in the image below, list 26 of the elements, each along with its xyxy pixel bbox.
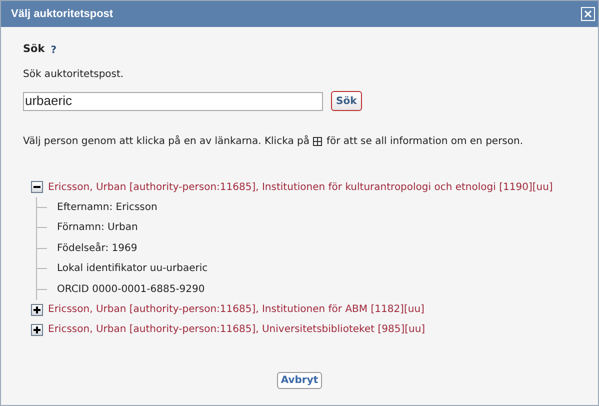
plus-icon [33, 326, 41, 334]
result-link[interactable]: Ericsson, Urban [authority-person:11685], Institutionen för kulturantropologi och etnologi [1190][uu] [48, 180, 553, 194]
instruction-text: Välj person genom att klicka på en av länkarna. Klicka på [23, 134, 310, 148]
detail-text: Lokal identifikator uu-urbaeric [57, 262, 208, 276]
plus-icon [33, 306, 41, 314]
cancel-button[interactable]: Avbryt [276, 372, 322, 389]
collapse-button[interactable] [31, 181, 43, 193]
search-description: Sök auktoritetspost. [23, 68, 125, 81]
search-heading: Sök [23, 42, 45, 58]
minus-icon [33, 183, 41, 191]
window-title: Välj auktoritetspost [11, 6, 114, 22]
detail-text: Födelseår: 1969 [57, 241, 138, 256]
result-link[interactable]: Ericsson, Urban [authority-person:11685], Institutionen för ABM [1182][uu] [48, 302, 424, 317]
result-link[interactable]: Ericsson, Urban [authority-person:11685], Universitetsbiblioteket [985][uu] [48, 322, 426, 337]
close-button[interactable] [581, 7, 595, 21]
expand-grid-icon [313, 136, 322, 146]
expand-button[interactable] [31, 304, 43, 316]
detail-text: Efternamn: Ericsson [57, 200, 158, 215]
detail-text: ORCID 0000-0001-6885-9290 [57, 282, 205, 297]
close-icon [584, 10, 592, 18]
search-field[interactable]: urbaeric [23, 92, 323, 110]
detail-text: Förnamn: Urban [57, 221, 138, 236]
search-button[interactable]: Sök [331, 91, 362, 111]
expand-button[interactable] [31, 324, 43, 336]
help-link[interactable]: ? [50, 42, 57, 58]
instruction-text: för att se all information om en person. [326, 134, 524, 148]
